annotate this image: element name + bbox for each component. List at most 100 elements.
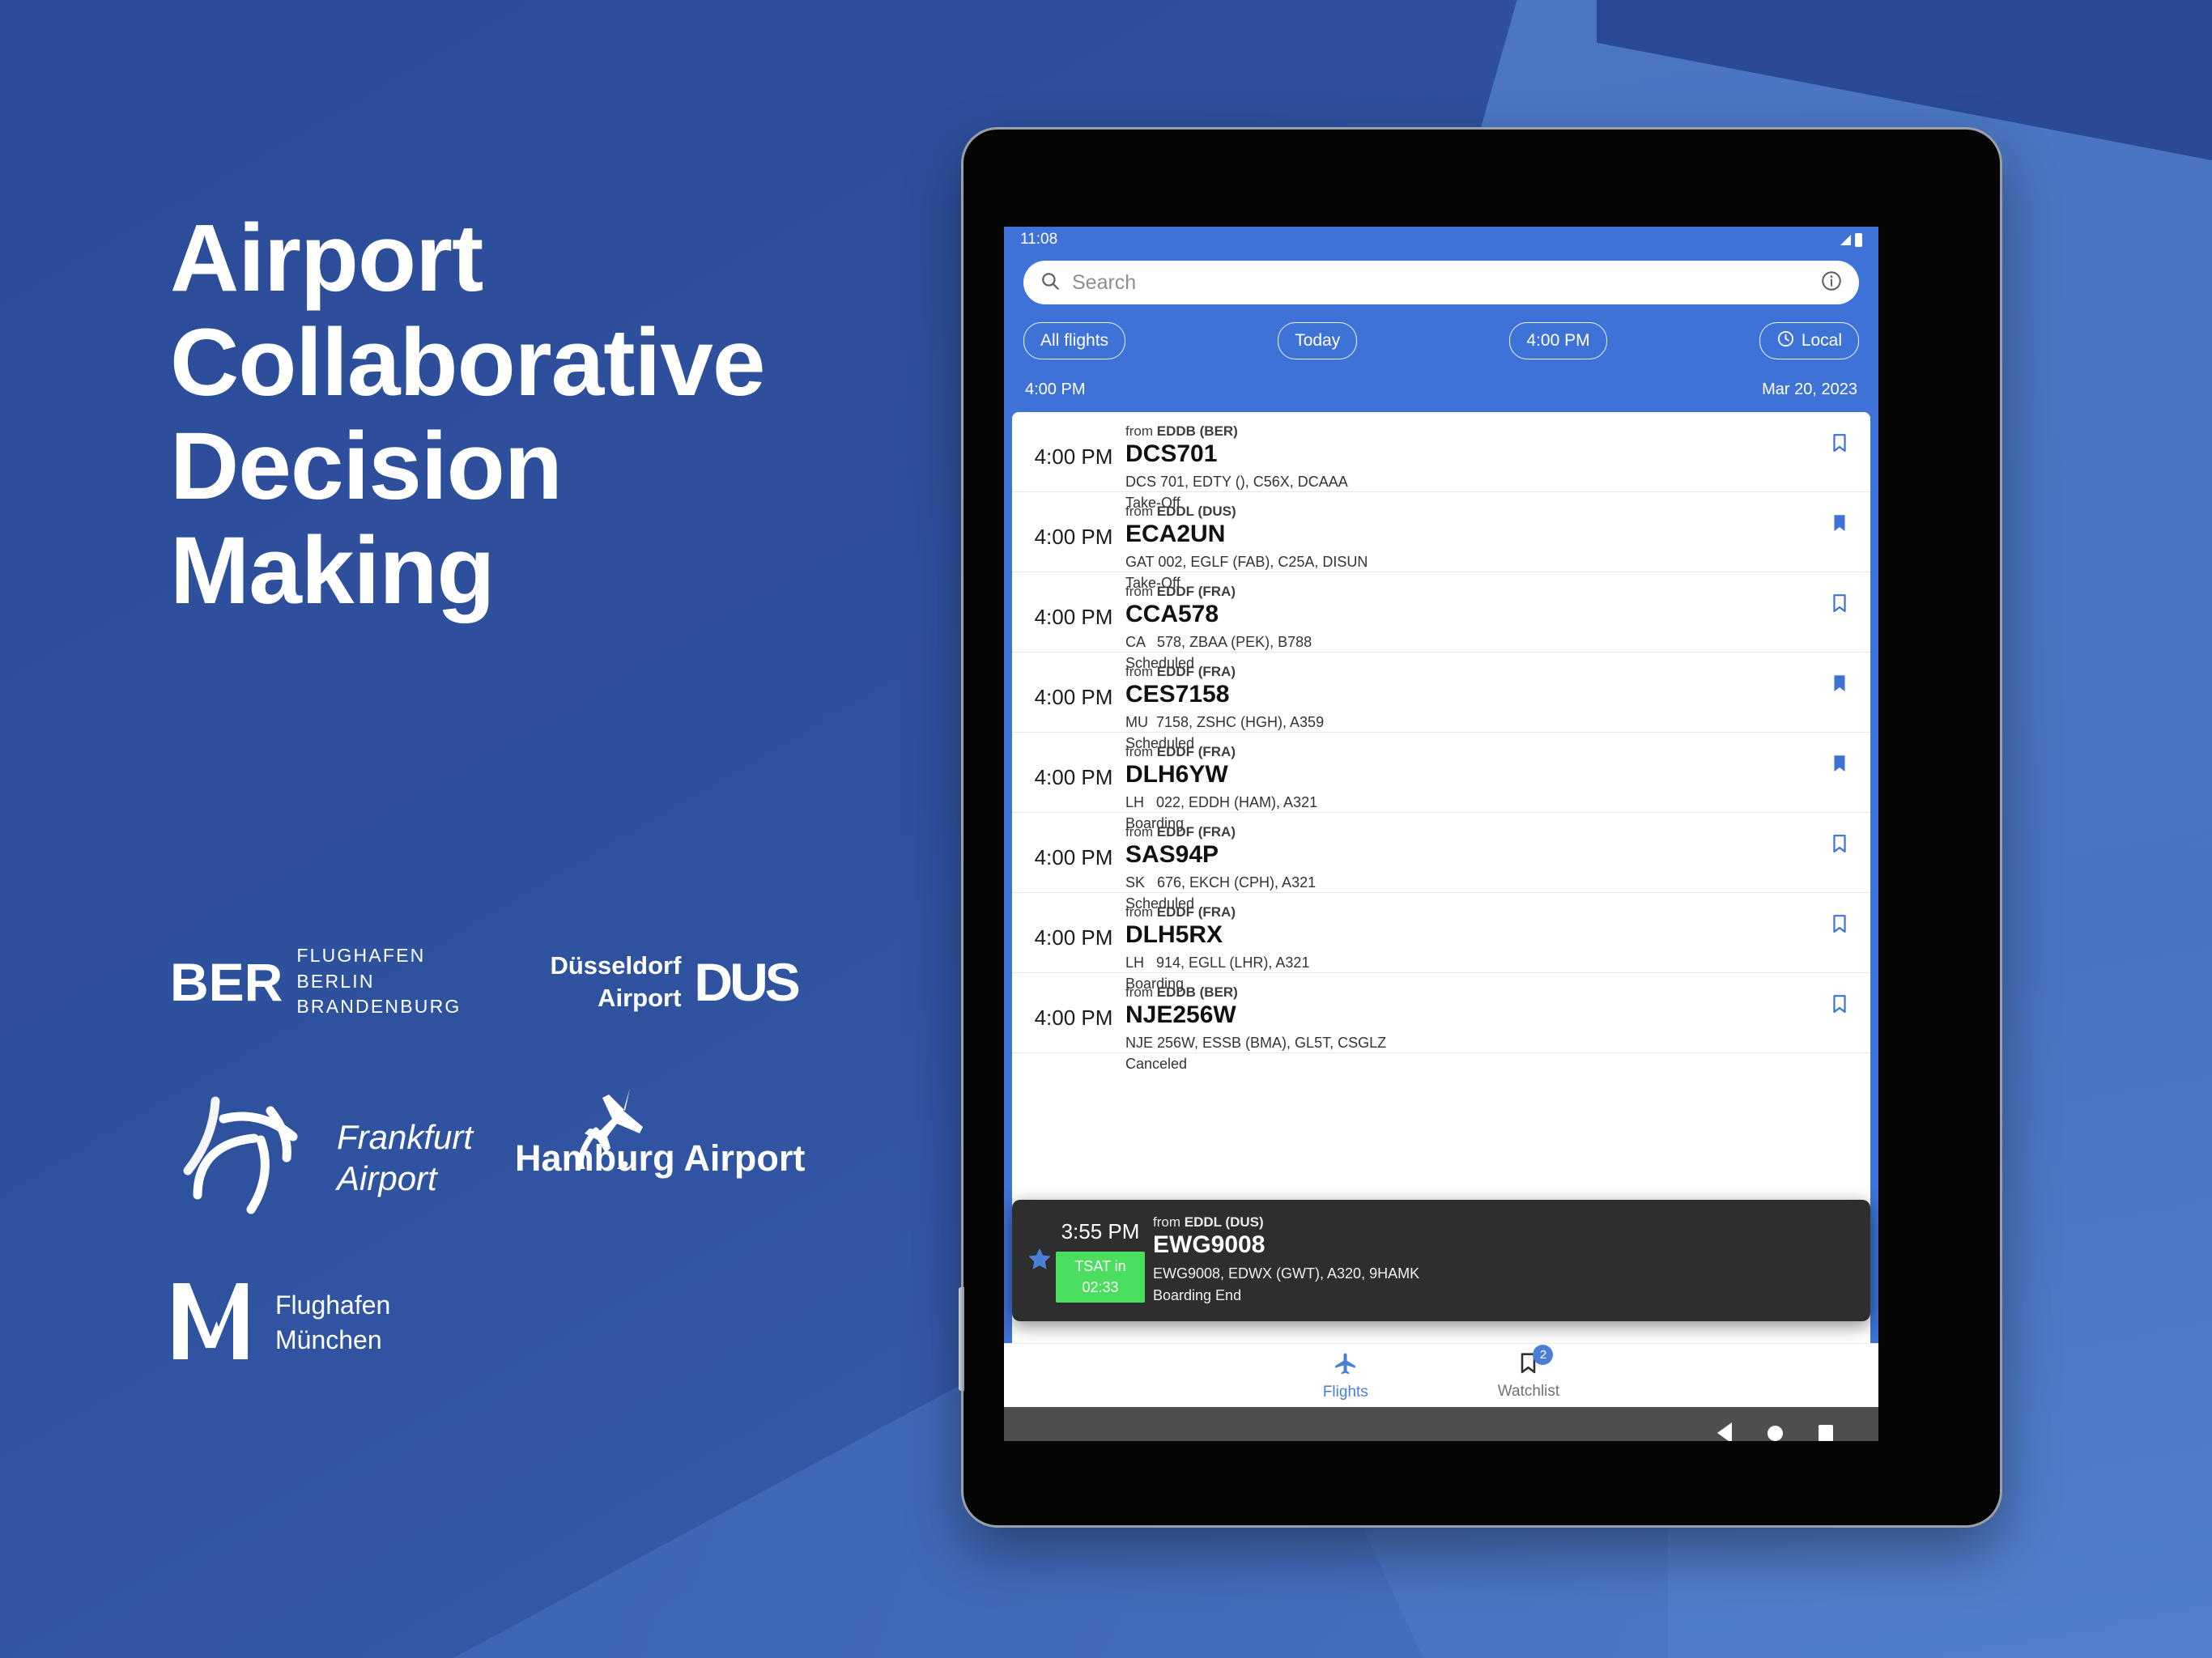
airplane-icon xyxy=(1332,1350,1359,1380)
bookmark-icon[interactable] xyxy=(1828,824,1856,859)
flight-origin: from EDDL (DUS) xyxy=(1125,504,1828,520)
flight-origin-label: from xyxy=(1125,744,1153,759)
pinned-flight-main: from EDDL (DUS) EWG9008 EWG9008, EDWX (G… xyxy=(1153,1214,1854,1307)
tablet-screen: 11:08 Search All flights Today 4:00 PM L… xyxy=(1004,227,1878,1441)
munich-m-icon xyxy=(170,1280,251,1365)
bookmark-icon: 2 xyxy=(1516,1345,1554,1380)
logo-row-2: Frankfurt Airport Hamburg Airport xyxy=(170,1088,947,1225)
munich-logo-words: Flughafen München xyxy=(275,1290,391,1354)
bookmark-icon[interactable] xyxy=(1828,904,1856,939)
frankfurt-airport-logo: Frankfurt Airport xyxy=(170,1091,473,1225)
logo-row-1: BER FLUGHAFEN BERLIN BRANDENBURG Düsseld… xyxy=(170,943,947,1020)
dus-logo: Düsseldorf Airport DUS xyxy=(550,950,800,1014)
home-circle-icon[interactable] xyxy=(1767,1425,1783,1441)
battery-icon xyxy=(1855,232,1862,247)
flight-time: 4:00 PM xyxy=(1034,765,1113,789)
filter-chip-today[interactable]: Today xyxy=(1278,322,1358,359)
pinned-flight-card[interactable]: 3:55 PM TSAT in 02:33 from EDDL (DUS) EW… xyxy=(1012,1200,1870,1321)
table-row[interactable]: 4:00 PM from EDDB (BER) DCS701 DCS 701, EDT… xyxy=(1012,412,1870,511)
pinned-flight-origin-label: from xyxy=(1153,1214,1180,1231)
flight-origin: from EDDF (FRA) xyxy=(1125,744,1828,760)
flight-time: 4:00 PM xyxy=(1034,1005,1113,1030)
star-icon[interactable] xyxy=(1023,1245,1056,1277)
watchlist-badge: 2 xyxy=(1533,1345,1554,1365)
status-bar: 11:08 xyxy=(1004,227,1878,253)
flight-time: 4:00 PM xyxy=(1034,525,1113,549)
status-bar-time: 11:08 xyxy=(1020,231,1058,248)
flight-callsign: CCA578 xyxy=(1125,601,1219,627)
flight-detail: SK 676, EKCH (CPH), A321 xyxy=(1125,874,1317,891)
flight-detail: NJE 256W, ESSB (BMA), GL5T, CSGLZ xyxy=(1125,1034,1387,1051)
app-header: 11:08 Search All flights Today 4:00 PM L… xyxy=(1004,227,1878,412)
bookmark-icon[interactable] xyxy=(1828,423,1856,458)
recents-square-icon[interactable] xyxy=(1819,1424,1833,1441)
tab-flights[interactable]: Flights xyxy=(1323,1350,1368,1401)
table-row[interactable]: 4:00 PM from EDDL (DUS) ECA2UN GAT 002, EGL… xyxy=(1012,492,1870,591)
search-bar[interactable]: Search xyxy=(1023,261,1859,304)
flight-origin-code: EDDF (FRA) xyxy=(1156,824,1236,840)
bookmark-icon[interactable] xyxy=(1828,984,1856,1019)
flight-detail: MU 7158, ZSHC (HGH), A359 xyxy=(1125,713,1325,730)
flight-origin-code: EDDB (BER) xyxy=(1156,984,1238,1000)
flight-origin: from EDDF (FRA) xyxy=(1125,584,1828,600)
filter-chip-time-label: 4:00 PM xyxy=(1526,331,1590,350)
logo-row-3: Flughafen München xyxy=(170,1280,947,1365)
search-input[interactable]: Search xyxy=(1072,271,1809,295)
flight-rows-container: 4:00 PM from EDDB (BER) DCS701 DCS 701, EDT… xyxy=(1012,412,1870,1072)
table-row[interactable]: 4:00 PM from EDDF (FRA) SAS94P SK 676, EKCH… xyxy=(1012,813,1870,912)
flight-callsign: DLH5RX xyxy=(1125,921,1223,948)
flight-status: Canceled xyxy=(1125,1055,1188,1072)
flight-origin-label: from xyxy=(1125,664,1153,679)
flight-callsign: DLH6YW xyxy=(1125,761,1228,788)
flight-origin-code: EDDF (FRA) xyxy=(1156,744,1236,759)
flight-detail: LH 914, EGLL (LHR), A321 xyxy=(1125,954,1310,971)
bookmark-icon[interactable] xyxy=(1828,504,1856,538)
android-system-navigation xyxy=(1004,1407,1878,1441)
bookmark-icon[interactable] xyxy=(1828,584,1856,619)
bottom-navigation: Flights 2 Watchlist xyxy=(1004,1343,1878,1407)
flight-time: 4:00 PM xyxy=(1034,925,1113,950)
filter-chip-all-flights-label: All flights xyxy=(1040,331,1109,350)
ber-logo-subtitle: FLUGHAFEN BERLIN BRANDENBURG xyxy=(296,945,462,1018)
tsat-badge: TSAT in 02:33 xyxy=(1056,1251,1145,1303)
filter-chip-local[interactable]: Local xyxy=(1759,322,1860,359)
back-triangle-icon[interactable] xyxy=(1717,1422,1732,1441)
flight-origin-code: EDDB (BER) xyxy=(1156,423,1238,439)
flight-time: 4:00 PM xyxy=(1034,845,1113,869)
table-row[interactable]: 4:00 PM from EDDB (BER) NJE256W NJE 256W, E… xyxy=(1012,973,1870,1072)
table-row[interactable]: 4:00 PM from EDDF (FRA) DLH6YW LH 022, EDDH… xyxy=(1012,733,1870,831)
volume-button[interactable] xyxy=(959,1287,964,1391)
table-row[interactable]: 4:00 PM from EDDF (FRA) DLH5RX LH 914, EGLL… xyxy=(1012,893,1870,992)
table-row[interactable]: 4:00 PM from EDDF (FRA) CCA578 CA 578, ZBAA… xyxy=(1012,572,1870,671)
bookmark-icon[interactable] xyxy=(1828,744,1856,779)
tab-flights-label: Flights xyxy=(1322,1384,1368,1401)
bookmark-icon[interactable] xyxy=(1828,664,1856,699)
flight-callsign: ECA2UN xyxy=(1125,521,1226,547)
flight-callsign: SAS94P xyxy=(1125,841,1219,868)
partner-logos: BER FLUGHAFEN BERLIN BRANDENBURG Düsseld… xyxy=(170,943,947,1365)
info-circle-icon[interactable] xyxy=(1820,270,1843,296)
flight-origin: from EDDF (FRA) xyxy=(1125,904,1828,920)
flight-callsign: DCS701 xyxy=(1125,440,1218,467)
pinned-flight-status: Boarding End xyxy=(1153,1287,1242,1303)
poster-canvas: Airport Collaborative Decision Making BE… xyxy=(0,0,2212,1658)
flight-callsign: NJE256W xyxy=(1125,1001,1236,1028)
flight-origin-label: from xyxy=(1125,984,1153,1000)
filter-chip-all-flights[interactable]: All flights xyxy=(1023,322,1126,359)
dus-logo-mark: DUS xyxy=(694,951,800,1012)
flight-detail: GAT 002, EGLF (FAB), C25A, DISUN xyxy=(1125,553,1368,570)
pinned-flight-detail: EWG9008, EDWX (GWT), A320, 9HAMK xyxy=(1153,1265,1420,1282)
subheader-date: Mar 20, 2023 xyxy=(1762,380,1857,398)
frankfurt-star-icon xyxy=(170,1091,324,1225)
flight-detail: LH 022, EDDH (HAM), A321 xyxy=(1125,793,1318,810)
munich-airport-logo: Flughafen München xyxy=(170,1280,390,1365)
flight-detail: CA 578, ZBAA (PEK), B788 xyxy=(1125,633,1312,650)
pinned-flight-time: 3:55 PM xyxy=(1061,1218,1140,1244)
tab-watchlist[interactable]: 2 Watchlist xyxy=(1498,1345,1559,1401)
flight-origin: from EDDB (BER) xyxy=(1125,423,1828,440)
filter-chip-time[interactable]: 4:00 PM xyxy=(1509,322,1607,359)
tablet-device: 11:08 Search All flights Today 4:00 PM L… xyxy=(959,130,2000,1525)
status-bar-icons xyxy=(1840,232,1862,247)
filter-chip-local-label: Local xyxy=(1801,331,1843,350)
table-row[interactable]: 4:00 PM from EDDF (FRA) CES7158 MU 7158, ZS… xyxy=(1012,653,1870,751)
